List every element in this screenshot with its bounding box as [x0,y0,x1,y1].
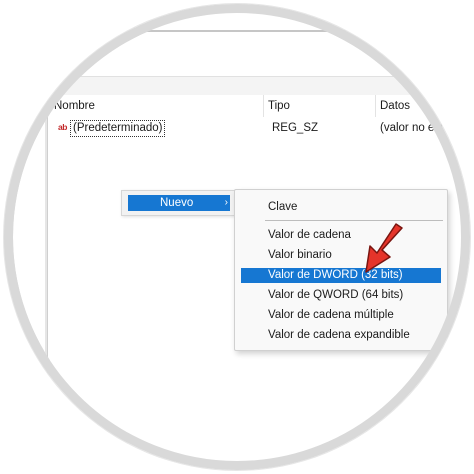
submenu-item-dword-value[interactable]: Valor de DWORD (32 bits) [241,268,441,283]
reg-string-icon: ab [58,122,67,132]
column-header-type[interactable]: Tipo [264,95,376,117]
value-name: (Predeterminado) [70,120,166,137]
value-type: REG_SZ [272,122,319,134]
red-arrow-icon [365,223,403,273]
value-data: (valor no est [380,122,444,134]
submenu-item-key[interactable]: Clave [241,200,441,215]
new-submenu: Clave Valor de cadena Valor binario Valo… [234,189,448,351]
submenu-item-expandable-string-value[interactable]: Valor de cadena expandible [241,328,441,343]
context-menu: Nuevo › [121,190,235,216]
toolbar-strip [4,76,470,96]
menu-item-new[interactable]: Nuevo › [128,195,230,211]
submenu-item-string-value[interactable]: Valor de cadena [241,228,441,243]
list-item[interactable]: ab (Predeterminado) REG_SZ (valor no est [50,118,470,138]
screenshot-stage: Nombre Tipo Datos ab (Predeterminado) RE… [0,0,474,474]
chevron-right-icon: › [224,197,228,208]
submenu-item-binary-value[interactable]: Valor binario [241,248,441,263]
menu-item-new-label: Nuevo [160,197,194,209]
circular-crop: Nombre Tipo Datos ab (Predeterminado) RE… [4,4,470,470]
tree-pane-splitter[interactable] [45,94,48,470]
column-header-data[interactable]: Datos [376,95,470,117]
submenu-item-multi-string-value[interactable]: Valor de cadena múltiple [241,308,441,323]
column-header-name[interactable]: Nombre [50,95,264,117]
address-bar-field[interactable] [134,4,346,32]
submenu-item-qword-value[interactable]: Valor de QWORD (64 bits) [241,288,441,303]
submenu-separator [265,220,443,221]
